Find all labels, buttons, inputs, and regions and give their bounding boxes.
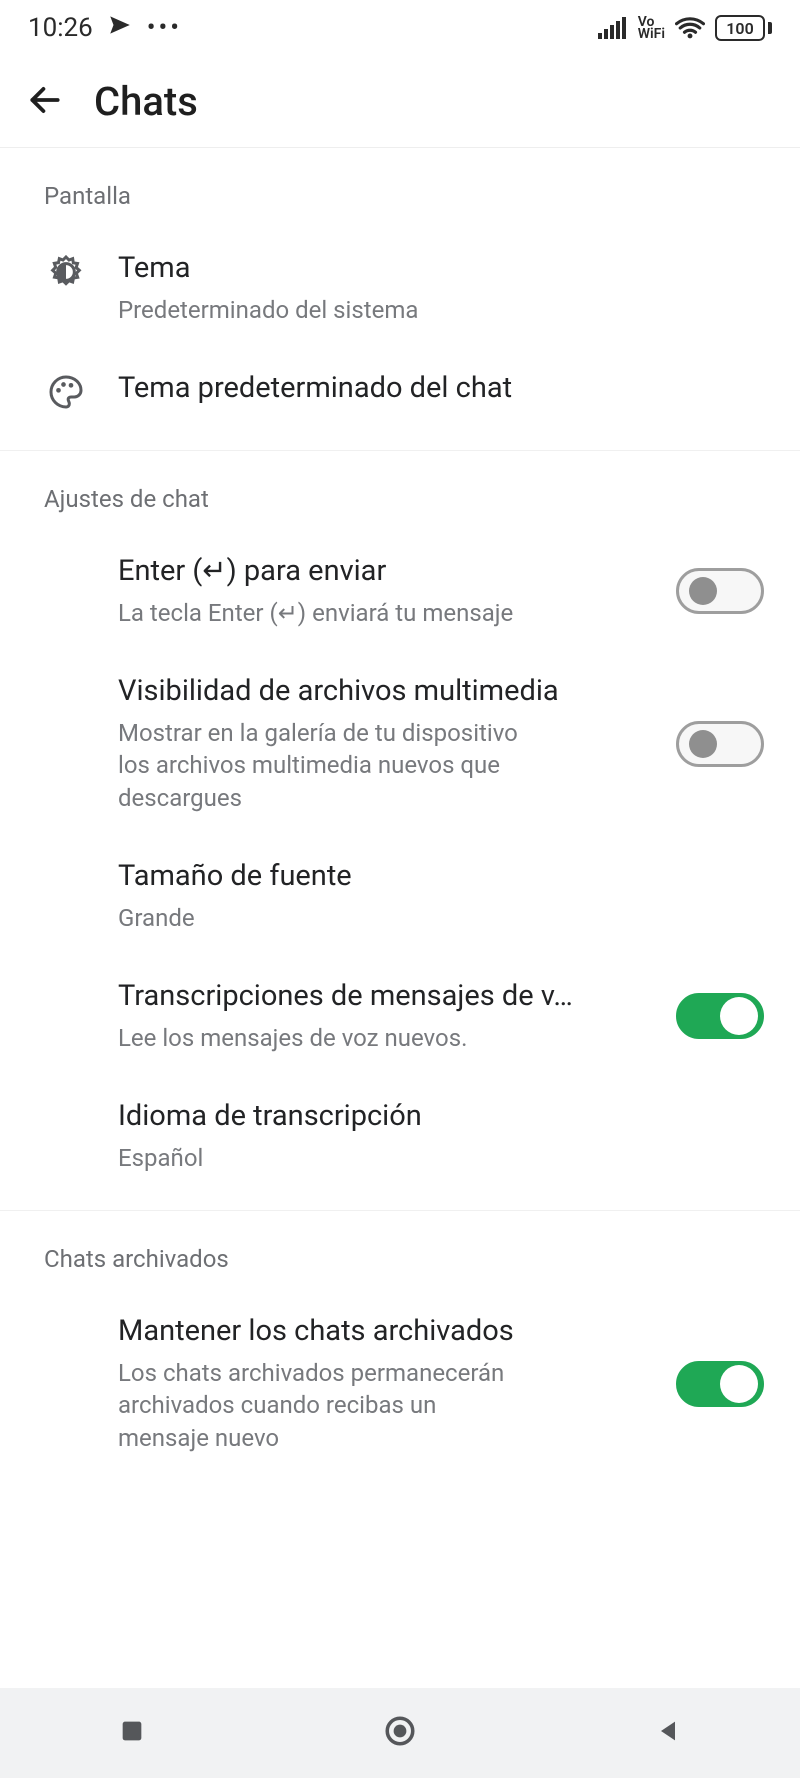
row-transcript-language[interactable]: Idioma de transcripción Español: [0, 1076, 800, 1196]
nav-recents-icon[interactable]: [118, 1717, 146, 1749]
app-bar: Chats: [0, 56, 800, 148]
row-subtitle: Grande: [118, 902, 548, 934]
row-keep-archived[interactable]: Mantener los chats archivados Los chats …: [0, 1291, 800, 1476]
row-font-size[interactable]: Tamaño de fuente Grande: [0, 836, 800, 956]
section-header-chat-settings: Ajustes de chat: [0, 485, 800, 531]
row-voice-transcripts[interactable]: Transcripciones de mensajes de v… Lee lo…: [0, 956, 800, 1076]
toggle-voice-transcripts[interactable]: [676, 993, 764, 1039]
palette-icon: [44, 370, 88, 414]
toggle-enter-to-send[interactable]: [676, 568, 764, 614]
brightness-icon: [44, 250, 88, 294]
wifi-icon: [675, 17, 705, 39]
android-nav-bar: [0, 1688, 800, 1778]
row-theme[interactable]: Tema Predeterminado del sistema: [0, 228, 800, 348]
toggle-keep-archived[interactable]: [676, 1361, 764, 1407]
status-bar: 10:26 ••• VoWiFi: [0, 0, 800, 56]
row-media-visibility[interactable]: Visibilidad de archivos multimedia Mostr…: [0, 651, 800, 836]
nav-back-icon[interactable]: [654, 1717, 682, 1749]
more-icon: •••: [147, 13, 182, 43]
section-chat-settings: Ajustes de chat Enter (↵) para enviar La…: [0, 451, 800, 1211]
send-icon: [107, 12, 133, 45]
section-display: Pantalla Tema Predeterminado del sistema: [0, 148, 800, 451]
row-subtitle: Los chats archivados permanecerán archiv…: [118, 1357, 518, 1454]
row-enter-to-send[interactable]: Enter (↵) para enviar La tecla Enter (↵)…: [0, 531, 800, 651]
row-title: Idioma de transcripción: [118, 1098, 764, 1136]
back-icon[interactable]: [26, 81, 64, 123]
row-subtitle: Mostrar en la galería de tu dispositivo …: [118, 717, 548, 814]
section-header-display: Pantalla: [0, 182, 800, 228]
row-title: Mantener los chats archivados: [118, 1313, 626, 1351]
nav-home-icon[interactable]: [383, 1714, 417, 1752]
row-subtitle: Predeterminado del sistema: [118, 294, 548, 326]
row-title: Visibilidad de archivos multimedia: [118, 673, 626, 711]
row-title: Enter (↵) para enviar: [118, 553, 626, 591]
row-title: Tema: [118, 250, 764, 288]
cellular-signal-icon: [598, 17, 628, 39]
row-title: Tamaño de fuente: [118, 858, 764, 896]
status-time: 10:26: [28, 13, 93, 43]
battery-icon: 100: [715, 15, 772, 41]
toggle-media-visibility[interactable]: [676, 721, 764, 767]
row-subtitle: Español: [118, 1142, 548, 1174]
row-title: Tema predeterminado del chat: [118, 370, 764, 408]
battery-level: 100: [726, 19, 753, 38]
row-title: Transcripciones de mensajes de v…: [118, 978, 626, 1016]
page-title: Chats: [94, 78, 198, 125]
section-header-archived: Chats archivados: [0, 1245, 800, 1291]
section-archived: Chats archivados Mantener los chats arch…: [0, 1211, 800, 1490]
row-subtitle: Lee los mensajes de voz nuevos.: [118, 1022, 578, 1054]
vowifi-icon: VoWiFi: [638, 16, 665, 40]
row-subtitle: La tecla Enter (↵) enviará tu mensaje: [118, 597, 578, 629]
row-chat-theme[interactable]: Tema predeterminado del chat: [0, 348, 800, 436]
